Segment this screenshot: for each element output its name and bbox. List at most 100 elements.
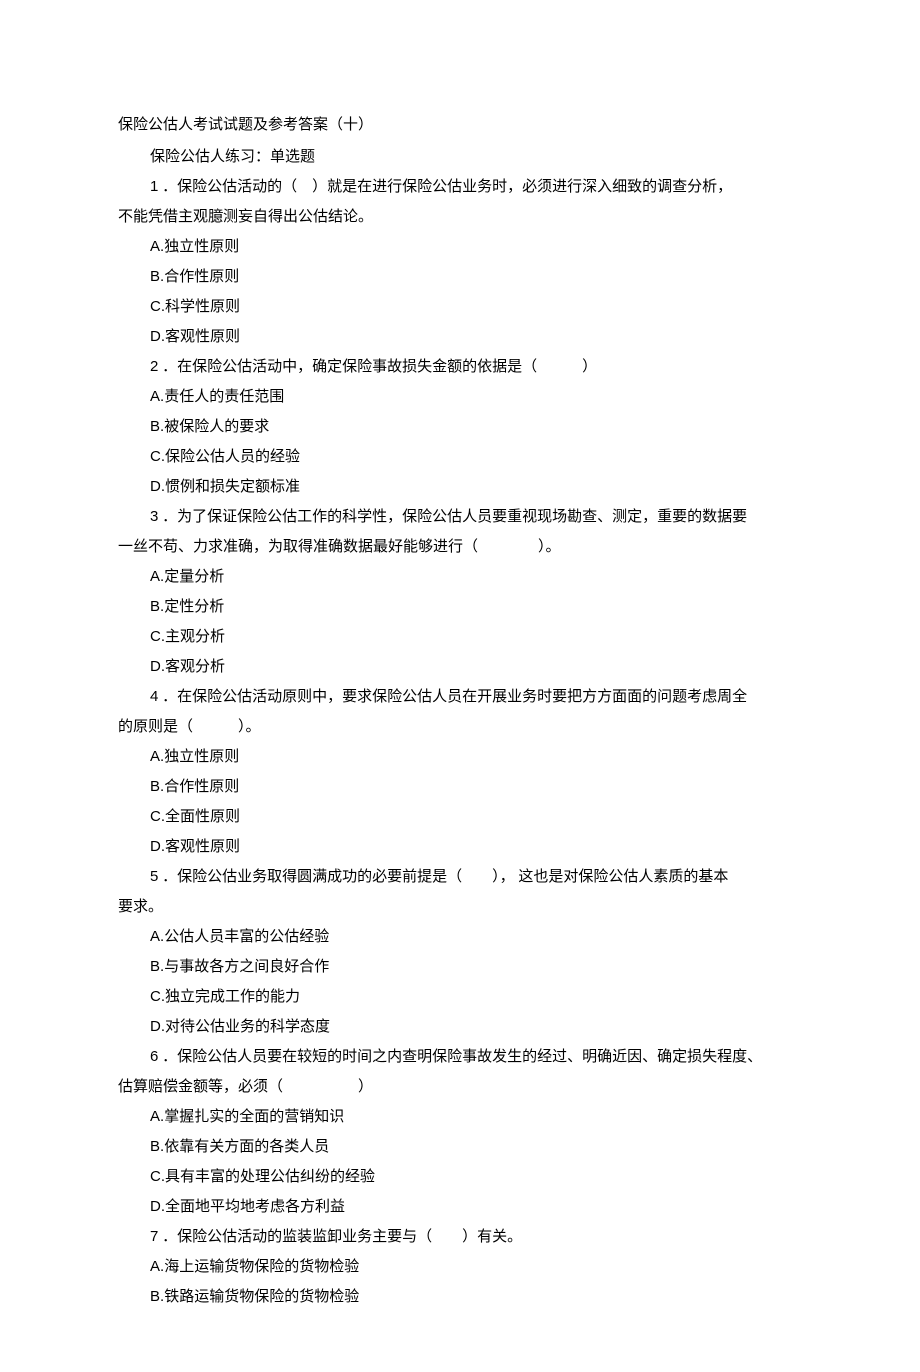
question-option: C.全面性原则 (118, 802, 802, 832)
option-letter: A (150, 388, 160, 405)
option-letter: B (150, 1288, 160, 1305)
question-option: D.客观性原则 (118, 832, 802, 862)
question-option: D.惯例和损失定额标准 (118, 472, 802, 502)
option-text: 独立性原则 (164, 749, 239, 765)
question-option: C.具有丰富的处理公估纠纷的经验 (118, 1162, 802, 1192)
option-text: 具有丰富的处理公估纠纷的经验 (165, 1169, 375, 1185)
option-letter: A (150, 568, 160, 585)
option-text: 定量分析 (164, 569, 224, 585)
option-letter: D (150, 838, 161, 855)
option-text: 独立性原则 (164, 239, 239, 255)
question-option: C.保险公估人员的经验 (118, 442, 802, 472)
question-option: A.责任人的责任范围 (118, 382, 802, 412)
option-letter: B (150, 268, 160, 285)
option-letter: C (150, 298, 161, 315)
option-text: 依靠有关方面的各类人员 (164, 1139, 329, 1155)
option-letter: A (150, 1108, 160, 1125)
option-letter: D (150, 658, 161, 675)
question-option: C.科学性原则 (118, 292, 802, 322)
option-letter: A (150, 1258, 160, 1275)
option-text: 对待公估业务的科学态度 (165, 1019, 330, 1035)
option-text: 客观性原则 (165, 839, 240, 855)
question-option: B.被保险人的要求 (118, 412, 802, 442)
question-stem-wrap-line: 不能凭借主观臆测妄自得出公估结论。 (118, 202, 802, 232)
question-stem-text: ．保险公估业务取得圆满成功的必要前提是（ ）， 这也是对保险公估人素质的基本 (162, 869, 728, 885)
document-title: 保险公估人考试试题及参考答案（十） (118, 110, 802, 140)
question-stem-text: ．保险公估人员要在较短的时间之内查明保险事故发生的经过、明确近因、确定损失程度、 (162, 1049, 762, 1065)
question-option: C.主观分析 (118, 622, 802, 652)
option-letter: D (150, 328, 161, 345)
option-letter: C (150, 1168, 161, 1185)
question-option: C.独立完成工作的能力 (118, 982, 802, 1012)
question-stem-text: 一丝不苟、力求准确，为取得准确数据最好能够进行（ ）。 (118, 539, 561, 555)
question-option: B.合作性原则 (118, 262, 802, 292)
question-stem-first-line: 3 ．为了保证保险公估工作的科学性，保险公估人员要重视现场勘查、测定，重要的数据… (118, 502, 802, 532)
option-text: 独立完成工作的能力 (165, 989, 300, 1005)
option-text: 客观性原则 (165, 329, 240, 345)
question-option: A.独立性原则 (118, 742, 802, 772)
question-stem-first-line: 5 ．保险公估业务取得圆满成功的必要前提是（ ）， 这也是对保险公估人素质的基本 (118, 862, 802, 892)
option-text: 与事故各方之间良好合作 (164, 959, 329, 975)
question-stem-text: ．保险公估活动的（ ）就是在进行保险公估业务时，必须进行深入细致的调查分析， (162, 179, 732, 195)
option-text: 主观分析 (165, 629, 225, 645)
question-stem-text: 要求。 (118, 899, 163, 915)
question-stem-wrap-line: 的原则是（ ）。 (118, 712, 802, 742)
option-letter: A (150, 238, 160, 255)
option-text: 合作性原则 (164, 779, 239, 795)
question-stem-wrap-line: 要求。 (118, 892, 802, 922)
option-letter: C (150, 808, 161, 825)
option-text: 掌握扎实的全面的营销知识 (164, 1109, 344, 1125)
option-letter: D (150, 1198, 161, 1215)
option-text: 铁路运输货物保险的货物检验 (164, 1289, 359, 1305)
question-option: B.依靠有关方面的各类人员 (118, 1132, 802, 1162)
option-text: 客观分析 (165, 659, 225, 675)
question-stem-wrap-line: 一丝不苟、力求准确，为取得准确数据最好能够进行（ ）。 (118, 532, 802, 562)
option-text: 科学性原则 (165, 299, 240, 315)
option-text: 公估人员丰富的公估经验 (164, 929, 329, 945)
option-letter: A (150, 928, 160, 945)
option-letter: C (150, 448, 161, 465)
question-option: B.定性分析 (118, 592, 802, 622)
option-text: 全面地平均地考虑各方利益 (165, 1199, 345, 1215)
option-letter: C (150, 628, 161, 645)
option-text: 保险公估人员的经验 (165, 449, 300, 465)
question-stem-first-line: 2 ．在保险公估活动中，确定保险事故损失金额的依据是（ ） (118, 352, 802, 382)
option-letter: C (150, 988, 161, 1005)
questions-container: 1 ．保险公估活动的（ ）就是在进行保险公估业务时，必须进行深入细致的调查分析，… (118, 172, 802, 1312)
question-stem-first-line: 4 ．在保险公估活动原则中，要求保险公估人员在开展业务时要把方方面面的问题考虑周… (118, 682, 802, 712)
option-letter: B (150, 1138, 160, 1155)
option-letter: D (150, 1018, 161, 1035)
option-letter: B (150, 778, 160, 795)
document-page: 保险公估人考试试题及参考答案（十） 保险公估人练习：单选题 1 ．保险公估活动的… (0, 0, 920, 1372)
option-letter: B (150, 958, 160, 975)
question-stem-first-line: 7 ．保险公估活动的监装监卸业务主要与（ ）有关。 (118, 1222, 802, 1252)
question-option: A.独立性原则 (118, 232, 802, 262)
option-text: 全面性原则 (165, 809, 240, 825)
question-stem-text: ．在保险公估活动原则中，要求保险公估人员在开展业务时要把方方面面的问题考虑周全 (162, 689, 747, 705)
question-option: D.对待公估业务的科学态度 (118, 1012, 802, 1042)
question-stem-text: 估算赔偿金额等，必须（ ） (118, 1079, 373, 1095)
question-stem-text: ．为了保证保险公估工作的科学性，保险公估人员要重视现场勘查、测定，重要的数据要 (162, 509, 747, 525)
question-stem-text: ．在保险公估活动中，确定保险事故损失金额的依据是（ ） (162, 359, 597, 375)
question-stem-text: 不能凭借主观臆测妄自得出公估结论。 (118, 209, 373, 225)
option-text: 合作性原则 (164, 269, 239, 285)
option-letter: B (150, 598, 160, 615)
question-stem-first-line: 6 ．保险公估人员要在较短的时间之内查明保险事故发生的经过、明确近因、确定损失程… (118, 1042, 802, 1072)
document-subtitle: 保险公估人练习：单选题 (118, 142, 802, 172)
question-option: A.定量分析 (118, 562, 802, 592)
question-option: D.客观性原则 (118, 322, 802, 352)
option-text: 海上运输货物保险的货物检验 (164, 1259, 359, 1275)
question-option: A.海上运输货物保险的货物检验 (118, 1252, 802, 1282)
question-option: B.合作性原则 (118, 772, 802, 802)
question-option: D.客观分析 (118, 652, 802, 682)
question-stem-text: ．保险公估活动的监装监卸业务主要与（ ）有关。 (162, 1229, 522, 1245)
question-stem-text: 的原则是（ ）。 (118, 719, 261, 735)
question-stem-first-line: 1 ．保险公估活动的（ ）就是在进行保险公估业务时，必须进行深入细致的调查分析， (118, 172, 802, 202)
question-option: B.与事故各方之间良好合作 (118, 952, 802, 982)
option-text: 责任人的责任范围 (164, 389, 284, 405)
option-text: 被保险人的要求 (164, 419, 269, 435)
option-text: 惯例和损失定额标准 (165, 479, 300, 495)
question-option: A.公估人员丰富的公估经验 (118, 922, 802, 952)
question-option: B.铁路运输货物保险的货物检验 (118, 1282, 802, 1312)
question-option: A.掌握扎实的全面的营销知识 (118, 1102, 802, 1132)
